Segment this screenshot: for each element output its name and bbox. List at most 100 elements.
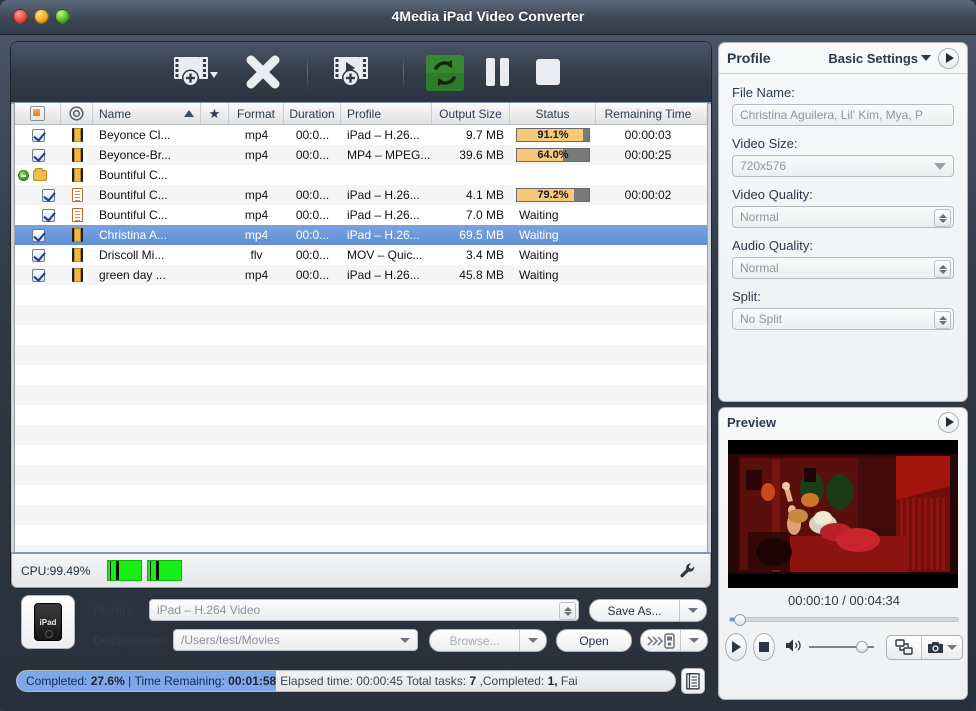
volume-knob[interactable] [855, 641, 868, 653]
table-row[interactable]: Driscoll Mi... flv 00:0... MOV – Quic... 3.4… [15, 245, 707, 265]
convert-button[interactable] [425, 54, 465, 92]
empty-row [15, 465, 707, 485]
row-checkbox[interactable] [31, 248, 45, 262]
column-header-star[interactable]: ★ [201, 103, 229, 124]
stop-button[interactable] [533, 58, 563, 88]
pause-button[interactable] [481, 56, 515, 90]
collapse-minus-icon[interactable] [18, 169, 29, 181]
stop-square-icon [758, 642, 769, 652]
row-name: Christina A... [99, 228, 168, 242]
volume-slider[interactable] [808, 641, 874, 653]
file-name-input[interactable]: Christina Aguilera, Lil' Kim, Mya, P [732, 104, 954, 126]
video-size-select[interactable]: 720x576 [732, 155, 954, 177]
profile-select[interactable]: iPad – H.264 Video [149, 599, 579, 621]
row-name: Beyonce-Br... [99, 148, 172, 162]
column-header-name[interactable]: Name [93, 103, 201, 124]
remove-button[interactable] [241, 52, 285, 92]
collapse-panel-button[interactable] [938, 47, 959, 69]
table-row[interactable]: Beyonce-Br... mp4 00:0... MP4 – MPEG... 39.6… [15, 145, 707, 165]
empty-row [15, 525, 707, 545]
snapshot-camera-button[interactable] [922, 641, 962, 654]
video-quality-stepper-icon[interactable] [934, 209, 951, 227]
row-name: Driscoll Mi... [99, 248, 165, 262]
snapshot-folder-icon [895, 639, 913, 655]
volume-button[interactable] [785, 638, 803, 656]
open-button[interactable]: Open [556, 629, 632, 652]
row-format [229, 165, 284, 185]
video-quality-stepper[interactable]: Normal [732, 206, 954, 228]
browse-dropdown-arrow[interactable] [519, 630, 546, 651]
save-as-dropdown-arrow[interactable] [679, 600, 706, 621]
table-row[interactable]: Bountiful C... [15, 165, 707, 185]
split-stepper-icon[interactable] [934, 311, 951, 329]
destination-select[interactable]: /Users/test/Movies [173, 629, 418, 651]
snapshot-folder-button[interactable] [887, 639, 921, 655]
table-row[interactable]: Christina A... mp4 00:0... iPad – H.26... 69… [15, 225, 707, 245]
chevron-down-icon [689, 638, 699, 643]
cpu-core-meters [107, 560, 183, 581]
cpu-status-bar: CPU:99.49% [11, 552, 711, 588]
row-output-size: 9.7 MB [465, 128, 504, 142]
row-output-size: 7.0 MB [465, 208, 504, 222]
stop-preview-button[interactable] [752, 633, 775, 661]
destination-label: Destination: [93, 633, 169, 648]
show-log-button[interactable] [681, 668, 705, 694]
row-output-size: 69.5 MB [459, 228, 504, 242]
empty-row [15, 385, 707, 405]
row-checkbox[interactable] [41, 208, 55, 222]
preview-seek-slider[interactable] [729, 614, 959, 626]
column-header-media[interactable] [61, 103, 93, 124]
column-header-duration[interactable]: Duration [284, 103, 341, 124]
preview-expand-button[interactable] [938, 411, 959, 433]
table-row[interactable]: Bountiful C... mp4 00:0... iPad – H.26... 4.… [15, 185, 707, 205]
device-profile-button[interactable]: iPad [21, 595, 75, 649]
save-as-button[interactable]: Save As... [589, 599, 707, 622]
camera-icon [927, 641, 943, 653]
status-details: Elapsed time: 00:00:45 Total tasks: 7 ,C… [276, 674, 577, 688]
add-file-button[interactable] [169, 52, 223, 92]
column-header-format[interactable]: Format [229, 103, 284, 124]
video-quality-label: Video Quality: [732, 187, 813, 202]
basic-settings-dropdown[interactable]: Basic Settings [828, 51, 931, 66]
browse-button[interactable]: Browse... [429, 629, 547, 652]
empty-row [15, 505, 707, 525]
split-stepper[interactable]: No Split [732, 308, 954, 330]
table-row[interactable]: Beyonce Cl... mp4 00:0... iPad – H.26... 9.7… [15, 125, 707, 145]
transfer-to-device-button[interactable] [640, 629, 708, 652]
row-profile: iPad – H.26... [347, 128, 420, 142]
row-profile [341, 165, 432, 185]
file-list-body[interactable]: Beyonce Cl... mp4 00:0... iPad – H.26... 9.7… [15, 125, 707, 584]
table-row[interactable]: green day ... mp4 00:0... iPad – H.26... 45.… [15, 265, 707, 285]
progress-bar: 91.1% [516, 128, 590, 142]
audio-quality-stepper-icon[interactable] [934, 260, 951, 278]
cpu-settings-button[interactable] [678, 561, 698, 581]
chevron-down-icon[interactable] [400, 637, 410, 643]
preview-video[interactable] [728, 440, 958, 588]
audio-quality-stepper[interactable]: Normal [732, 257, 954, 279]
row-checkbox[interactable] [31, 148, 45, 162]
column-header-output-size[interactable]: Output Size [432, 103, 510, 124]
row-checkbox[interactable] [41, 188, 55, 202]
row-checkbox[interactable] [31, 228, 45, 242]
profile-stepper-icon[interactable] [559, 602, 576, 620]
transfer-dropdown-arrow[interactable] [680, 630, 707, 651]
column-header-check[interactable] [15, 103, 61, 124]
column-header-status[interactable]: Status [510, 103, 596, 124]
seek-knob[interactable] [734, 614, 747, 626]
column-header-profile[interactable]: Profile [341, 103, 432, 124]
profile-settings-panel: Profile Basic Settings File Name: Christ… [718, 42, 968, 402]
snapshot-group [885, 634, 963, 660]
status-remaining-value: 00:01:58 [228, 674, 277, 688]
file-list[interactable]: Name ★ Format Duration Profile Output Si… [14, 103, 708, 585]
wrench-icon [680, 563, 695, 577]
row-checkbox[interactable] [31, 268, 45, 282]
play-button[interactable] [725, 633, 747, 661]
row-remaining-time [596, 225, 700, 245]
empty-row [15, 365, 707, 385]
column-header-remaining-time[interactable]: Remaining Time [596, 103, 700, 124]
table-row[interactable]: Bountiful C... mp4 00:0... iPad – H.26... 7.… [15, 205, 707, 225]
row-checkbox[interactable] [31, 128, 45, 142]
row-format: mp4 [244, 208, 269, 222]
add-clip-button[interactable] [329, 52, 383, 92]
browse-label: Browse... [449, 633, 500, 648]
